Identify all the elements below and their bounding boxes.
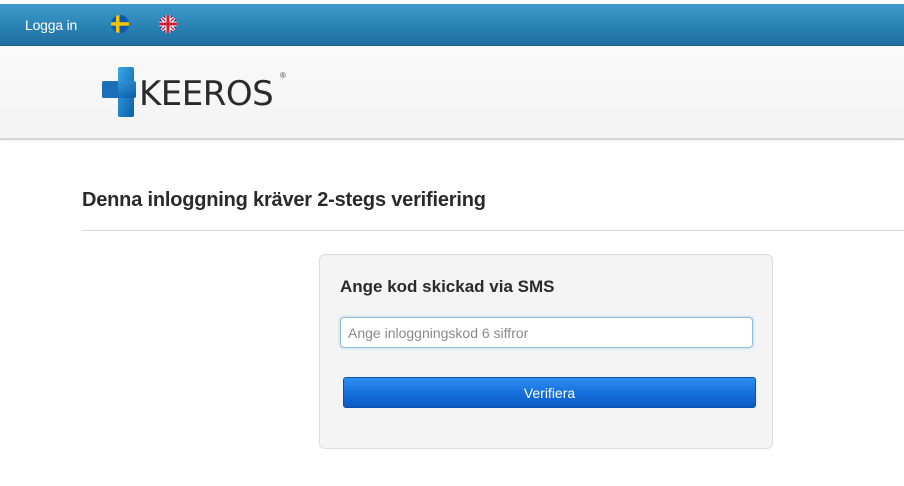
panel-heading: Ange kod skickad via SMS	[340, 277, 555, 296]
keeros-logo[interactable]: KEEROS ®	[101, 65, 291, 121]
medical-cross-icon	[102, 67, 136, 117]
verify-button[interactable]: Verifiera	[343, 377, 756, 408]
page-title: Denna inloggning kräver 2-stegs verifier…	[82, 189, 486, 211]
login-link[interactable]: Logga in	[25, 17, 77, 33]
registered-mark: ®	[280, 71, 286, 80]
uk-flag-icon[interactable]	[159, 15, 177, 33]
logo-wordmark: KEEROS	[139, 74, 274, 114]
verification-code-input[interactable]	[340, 317, 753, 348]
sweden-flag-icon[interactable]	[111, 15, 129, 33]
sms-verification-panel: Ange kod skickad via SMS Verifiera	[319, 254, 773, 449]
top-bar: Logga in	[0, 4, 904, 46]
title-divider	[82, 230, 904, 231]
site-header: KEEROS ®	[0, 46, 904, 140]
